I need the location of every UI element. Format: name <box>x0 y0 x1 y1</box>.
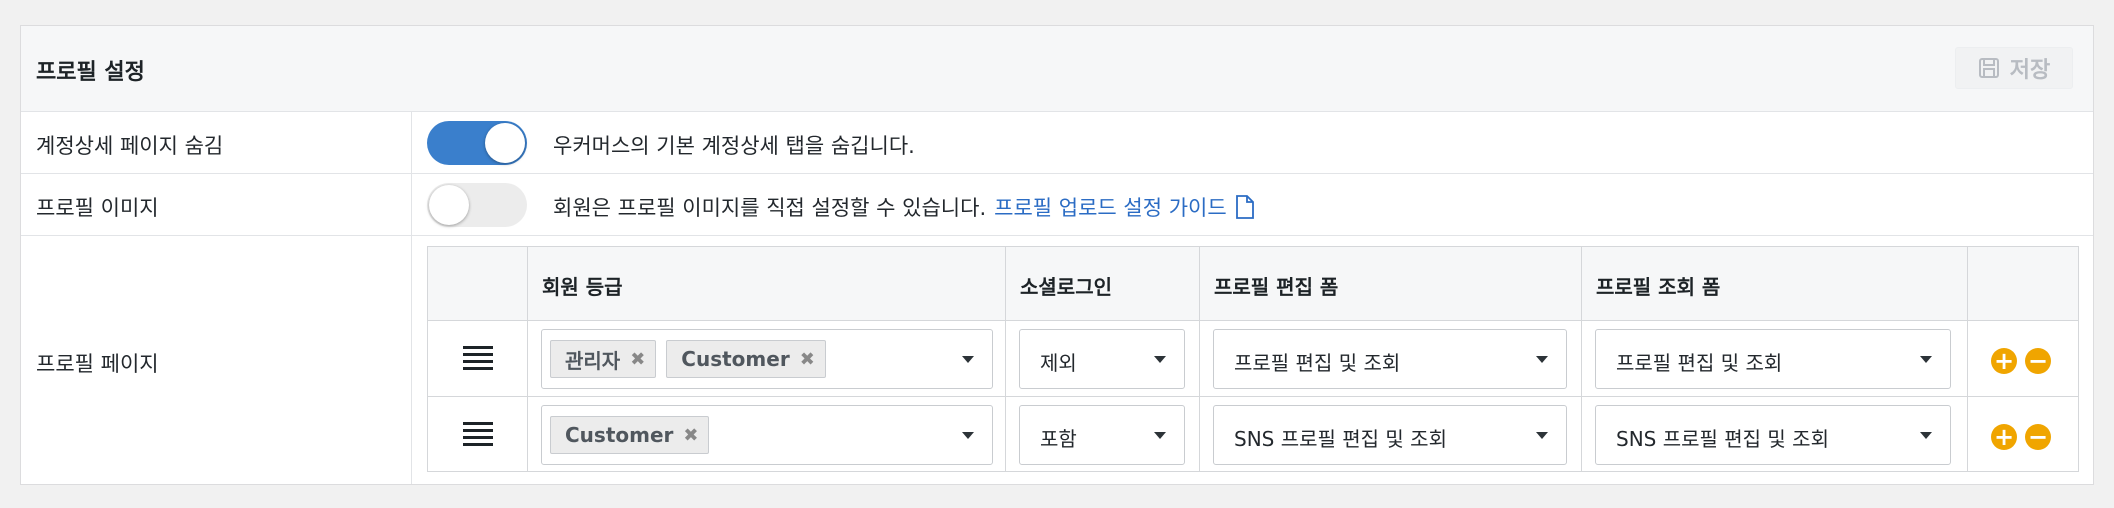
view-form-select[interactable]: SNS 프로필 편집 및 조회 <box>1595 405 1951 465</box>
drag-handle-icon[interactable] <box>463 346 493 370</box>
chevron-down-icon <box>962 432 974 439</box>
grade-tag-label: Customer <box>681 347 790 371</box>
save-icon <box>1978 58 1999 78</box>
row-label: 프로필 페이지 <box>36 352 159 376</box>
grade-select[interactable]: 관리자 ✖ Customer ✖ <box>541 329 993 389</box>
profile-settings-panel: 프로필 설정 저장 계정상세 페이지 숨김 우커머스의 기본 계정상세 탭을 숨… <box>20 25 2094 485</box>
chevron-down-icon <box>1154 356 1166 363</box>
minus-circle-icon[interactable]: − <box>2025 348 2051 374</box>
row-description: 회원은 프로필 이미지를 직접 설정할 수 있습니다. 프로필 업로드 설정 가… <box>553 192 1255 222</box>
profile-image-toggle[interactable] <box>427 183 527 227</box>
chevron-down-icon <box>1920 432 1932 439</box>
chevron-down-icon <box>962 356 974 363</box>
close-icon[interactable]: ✖ <box>630 349 645 370</box>
edit-form-select[interactable]: 프로필 편집 및 조회 <box>1213 329 1567 389</box>
grade-tag-label: 관리자 <box>565 348 621 373</box>
upload-guide-link-text: 프로필 업로드 설정 가이드 <box>994 196 1227 220</box>
profile-image-description: 회원은 프로필 이미지를 직접 설정할 수 있습니다. <box>553 196 987 220</box>
drag-handle-icon[interactable] <box>463 422 493 446</box>
social-select[interactable]: 포함 <box>1019 405 1185 465</box>
header-social: 소셜로그인 <box>1020 275 1112 299</box>
view-form-select-value: SNS 프로필 편집 및 조회 <box>1616 427 1829 451</box>
toggle-knob <box>429 185 469 225</box>
chevron-down-icon <box>1154 432 1166 439</box>
row-label: 프로필 이미지 <box>36 196 159 220</box>
table-row: 관리자 ✖ Customer ✖ 제외 프로필 편집 및 조회 프로필 편집 및… <box>428 321 2078 397</box>
edit-form-select-value: 프로필 편집 및 조회 <box>1234 351 1401 375</box>
edit-form-select[interactable]: SNS 프로필 편집 및 조회 <box>1213 405 1567 465</box>
grade-tag-label: Customer <box>565 423 674 447</box>
row-label: 계정상세 페이지 숨김 <box>36 134 224 158</box>
upload-guide-link[interactable]: 프로필 업로드 설정 가이드 <box>994 192 1255 222</box>
view-form-select-value: 프로필 편집 및 조회 <box>1616 351 1783 375</box>
profile-page-table: 회원 등급 소셜로그인 프로필 편집 폼 프로필 조회 폼 관리자 ✖ Cust… <box>427 246 2079 472</box>
chevron-down-icon <box>1536 432 1548 439</box>
save-button-label: 저장 <box>2009 58 2051 83</box>
grade-tag: Customer ✖ <box>666 340 826 378</box>
social-select-value: 제외 <box>1040 351 1077 375</box>
social-select-value: 포함 <box>1040 427 1077 451</box>
view-form-select[interactable]: 프로필 편집 및 조회 <box>1595 329 1951 389</box>
header-view-form: 프로필 조회 폼 <box>1596 275 1721 299</box>
table-row: Customer ✖ 포함 SNS 프로필 편집 및 조회 SNS 프로필 편집… <box>428 397 2078 473</box>
grade-select[interactable]: Customer ✖ <box>541 405 993 465</box>
account-hide-description: 우커머스의 기본 계정상세 탭을 숨깁니다. <box>553 134 915 158</box>
grade-tag: Customer ✖ <box>550 416 710 454</box>
edit-form-select-value: SNS 프로필 편집 및 조회 <box>1234 427 1447 451</box>
social-select[interactable]: 제외 <box>1019 329 1185 389</box>
row-description: 우커머스의 기본 계정상세 탭을 숨깁니다. <box>553 130 915 160</box>
close-icon[interactable]: ✖ <box>800 349 815 370</box>
minus-circle-icon[interactable]: − <box>2025 424 2051 450</box>
plus-circle-icon[interactable]: + <box>1991 348 2017 374</box>
header-grade: 회원 등급 <box>542 275 623 299</box>
close-icon[interactable]: ✖ <box>683 425 698 446</box>
panel-header: 프로필 설정 저장 <box>21 26 2093 112</box>
toggle-knob <box>485 123 525 163</box>
row-account-hide: 계정상세 페이지 숨김 우커머스의 기본 계정상세 탭을 숨깁니다. <box>21 112 2093 174</box>
account-hide-toggle[interactable] <box>427 121 527 165</box>
header-edit-form: 프로필 편집 폼 <box>1214 275 1339 299</box>
save-button[interactable]: 저장 <box>1955 47 2073 89</box>
table-header: 회원 등급 소셜로그인 프로필 편집 폼 프로필 조회 폼 <box>428 247 2078 321</box>
grade-tag: 관리자 ✖ <box>550 340 657 378</box>
chevron-down-icon <box>1536 356 1548 363</box>
panel-title: 프로필 설정 <box>36 60 145 85</box>
plus-circle-icon[interactable]: + <box>1991 424 2017 450</box>
document-icon <box>1235 195 1254 219</box>
chevron-down-icon <box>1920 356 1932 363</box>
row-profile-image: 프로필 이미지 회원은 프로필 이미지를 직접 설정할 수 있습니다. 프로필 … <box>21 174 2093 236</box>
